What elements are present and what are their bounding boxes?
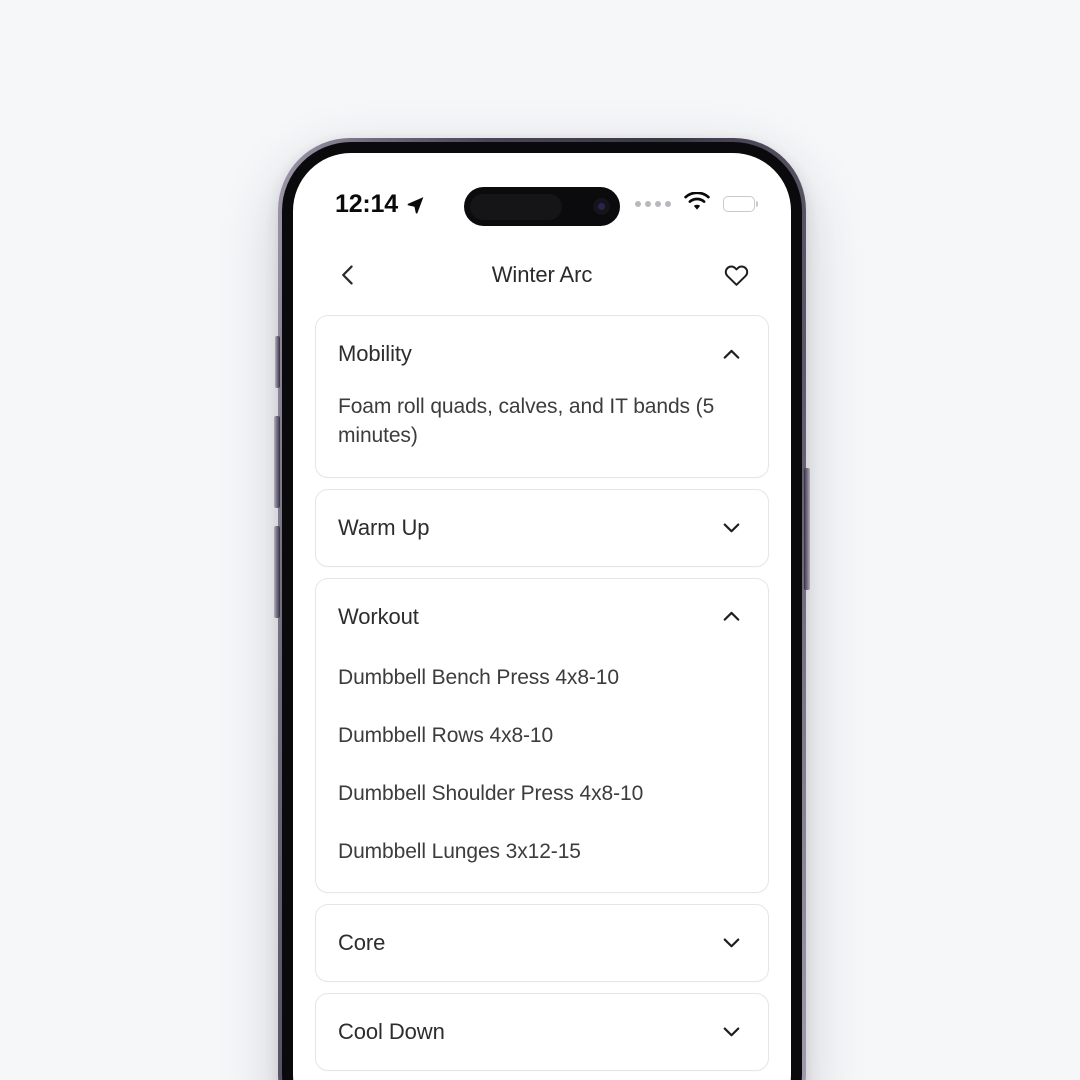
section-card-core: Core (315, 903, 769, 982)
section-title: Core (338, 929, 386, 955)
chevron-up-icon (723, 612, 740, 621)
favorite-button[interactable] (713, 252, 759, 298)
section-body: Dumbbell Bench Press 4x8-10 Dumbbell Rows… (316, 655, 768, 892)
exercise-item[interactable]: Dumbbell Lunges 3x12-15 (338, 829, 746, 866)
section-title: Warm Up (338, 514, 430, 540)
exercise-item[interactable]: Dumbbell Shoulder Press 4x8-10 (338, 771, 746, 829)
page-title: Winter Arc (491, 262, 593, 287)
volume-up-button[interactable] (274, 416, 280, 508)
section-header[interactable]: Workout (316, 579, 768, 655)
front-camera-icon (593, 198, 610, 215)
heart-outline-icon (724, 265, 748, 286)
phone-bezel: 12:14 Winter Arc Mobility Foam roll quad… (282, 142, 802, 1080)
section-title: Cool Down (338, 1018, 445, 1044)
chevron-down-icon (723, 523, 740, 533)
phone-screen: 12:14 Winter Arc Mobility Foam roll quad… (293, 153, 791, 1080)
section-header[interactable]: Core (316, 905, 768, 981)
section-header[interactable]: Cool Down (316, 994, 768, 1070)
section-card-mobility: Mobility Foam roll quads, calves, and IT … (315, 315, 769, 478)
face-id-sensor-icon (470, 193, 562, 220)
section-list[interactable]: Mobility Foam roll quads, calves, and IT … (293, 315, 791, 1080)
nav-bar: Winter Arc (293, 243, 791, 307)
chevron-up-icon (723, 349, 740, 359)
silent-switch[interactable] (275, 336, 280, 388)
section-card-workout: Workout Dumbbell Bench Press 4x8-10 Dumbbe… (315, 577, 769, 893)
back-button[interactable] (325, 252, 371, 298)
section-card-cool-down: Cool Down (315, 992, 769, 1071)
wifi-icon (683, 190, 711, 217)
exercise-item[interactable]: Dumbbell Rows 4x8-10 (338, 713, 746, 771)
dynamic-island (464, 187, 620, 226)
status-time-group: 12:14 (335, 190, 426, 219)
status-right-group (635, 190, 759, 217)
chevron-left-icon (342, 265, 353, 285)
section-title: Workout (338, 603, 419, 629)
power-button[interactable] (804, 468, 810, 590)
cellular-dots-icon (635, 201, 671, 207)
section-description: Foam roll quads, calves, and IT bands (5… (338, 395, 715, 448)
section-header[interactable]: Warm Up (316, 490, 768, 566)
battery-icon (723, 196, 759, 212)
phone-device: 12:14 Winter Arc Mobility Foam roll quad… (274, 138, 810, 1080)
status-time: 12:14 (335, 189, 398, 218)
section-header[interactable]: Mobility (316, 316, 768, 392)
exercise-list: Dumbbell Bench Press 4x8-10 Dumbbell Rows… (338, 655, 746, 866)
section-title: Mobility (338, 341, 412, 366)
section-body: Foam roll quads, calves, and IT bands (5… (316, 392, 768, 477)
chevron-down-icon (723, 1027, 740, 1037)
section-card-warm-up: Warm Up (315, 488, 769, 567)
chevron-down-icon (723, 938, 740, 948)
volume-down-button[interactable] (274, 526, 280, 618)
exercise-item[interactable]: Dumbbell Bench Press 4x8-10 (338, 655, 746, 713)
location-arrow-icon (405, 194, 426, 215)
